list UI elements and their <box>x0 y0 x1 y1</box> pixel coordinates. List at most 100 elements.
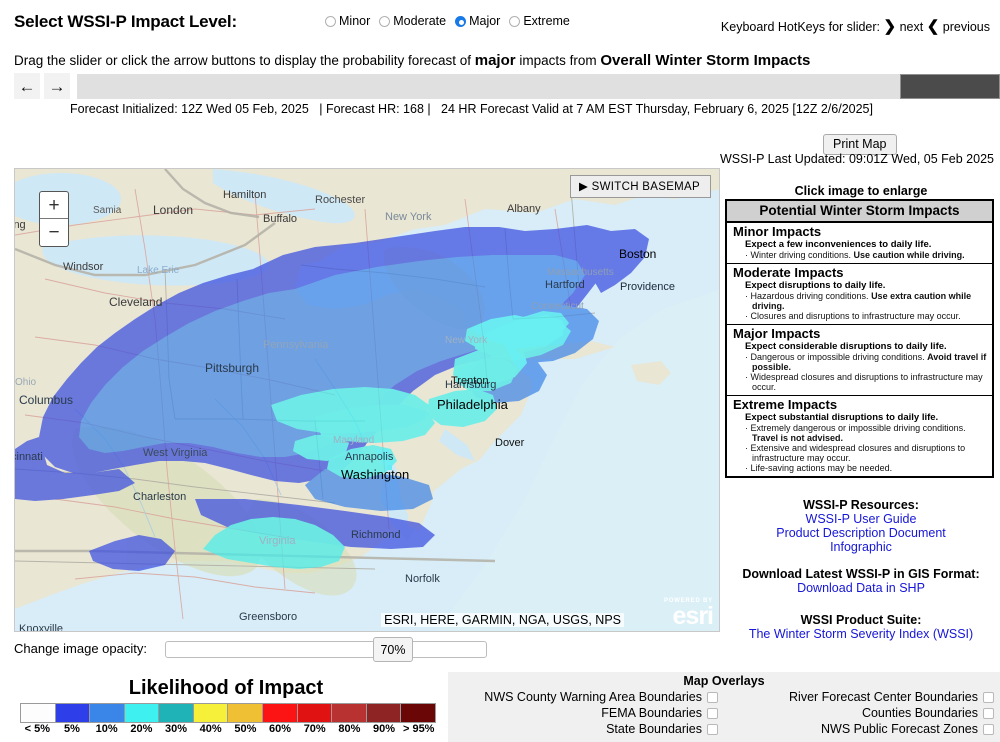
overlay-checkbox[interactable] <box>983 723 994 735</box>
forecast-slider-handle[interactable] <box>900 74 1000 99</box>
likelihood-swatch-7 <box>263 704 298 722</box>
overlay-item-label: NWS County Warning Area Boundaries <box>484 690 702 704</box>
radio-moderate[interactable] <box>379 15 391 27</box>
impact-row-moderate: Moderate Impacts Expect disruptions to da… <box>727 264 992 325</box>
switch-basemap-button[interactable]: ▶ SWITCH BASEMAP <box>570 175 711 198</box>
overlay-item-label: FEMA Boundaries <box>601 706 702 720</box>
likelihood-swatch-6 <box>228 704 264 722</box>
forecast-hour-label: | Forecast HR: 168 | <box>319 102 431 116</box>
likelihood-swatch-3 <box>124 704 160 722</box>
overlay-item-river-forecast-center-boundaries[interactable]: River Forecast Center Boundaries <box>730 690 994 704</box>
likelihood-label-0: < 5% <box>24 723 51 735</box>
next-frame-button[interactable]: → <box>44 73 70 99</box>
wssi-p-viewer-page: Select WSSI-P Impact Level: Minor Moderat… <box>0 0 1000 742</box>
bullet-plain-text: · Life-saving actions may be needed. <box>745 463 893 473</box>
impact-row-bullet: · Extremely dangerous or impossible driv… <box>745 423 988 443</box>
likelihood-swatch-2 <box>90 704 125 722</box>
impact-row-bullet: · Dangerous or impossible driving condit… <box>745 352 988 372</box>
overlay-checkbox[interactable] <box>983 691 994 703</box>
likelihood-label-8: 70% <box>303 723 326 735</box>
impact-row-subtitle: Expect considerable disruptions to daily… <box>745 341 947 352</box>
radio-label-major: Major <box>469 14 501 28</box>
impact-level-option-extreme[interactable]: Extreme <box>509 14 570 28</box>
wssip-resources-block: WSSI-P Resources: WSSI-P User Guide Prod… <box>725 498 997 554</box>
forecast-slider-track[interactable] <box>77 74 1000 99</box>
impact-level-option-major[interactable]: Major <box>455 14 500 28</box>
impact-row-subtitle: Expect disruptions to daily life. <box>745 280 886 291</box>
likelihood-swatch-10 <box>366 704 402 722</box>
radio-minor[interactable] <box>325 15 336 27</box>
overlay-checkbox[interactable] <box>707 691 718 703</box>
link-product-description-document[interactable]: Product Description Document <box>725 526 997 540</box>
impact-level-radio-group[interactable]: Minor Moderate Major Extreme <box>325 14 570 28</box>
likelihood-swatch-0 <box>21 704 56 722</box>
overlay-item-label: River Forecast Center Boundaries <box>789 690 978 704</box>
instruction-emphasis-level: major <box>474 52 516 69</box>
map-attribution: ESRI, HERE, GARMIN, NGA, USGS, NPS <box>381 613 624 627</box>
likelihood-label-9: 80% <box>338 723 361 735</box>
impact-row-bullet: · Closures and disruptions to infrastruc… <box>745 311 988 321</box>
potential-winter-storm-impacts-table[interactable]: Potential Winter Storm Impacts Minor Imp… <box>725 199 994 478</box>
likelihood-label-10: 90% <box>373 723 396 735</box>
impact-row-minor: Minor Impacts Expect a few inconveniences… <box>727 223 992 264</box>
bullet-plain-text: · Closures and disruptions to infrastruc… <box>745 311 961 321</box>
previous-frame-button[interactable]: ← <box>14 73 40 99</box>
impact-row-bullet: · Winter driving conditions. Use caution… <box>745 250 988 260</box>
impact-row-title: Moderate Impacts <box>733 265 844 280</box>
link-infographic[interactable]: Infographic <box>725 540 997 554</box>
likelihood-label-2: 10% <box>95 723 118 735</box>
download-heading: Download Latest WSSI-P in GIS Format: <box>742 567 980 581</box>
overlay-item-fema-boundaries[interactable]: FEMA Boundaries <box>454 706 718 720</box>
impact-level-option-minor[interactable]: Minor <box>325 14 370 28</box>
impact-row-subtitle: Expect a few inconveniences to daily lif… <box>745 239 932 250</box>
link-user-guide[interactable]: WSSI-P User Guide <box>725 512 997 526</box>
prev-chevron-icon: ❮ <box>926 18 940 35</box>
opacity-label: Change image opacity: <box>14 641 147 656</box>
link-download-shp[interactable]: Download Data in SHP <box>725 581 997 595</box>
forecast-valid-label: 24 HR Forecast Valid at 7 AM EST Thursda… <box>441 102 873 116</box>
overlay-checkbox[interactable] <box>707 723 718 735</box>
instruction-part-1: Drag the slider or click the arrow butto… <box>14 53 475 68</box>
forecast-map[interactable]: Samia London Hamilton Rochester Buffalo New Y… <box>14 168 720 632</box>
likelihood-swatch-1 <box>55 704 91 722</box>
opacity-slider-track[interactable] <box>165 641 487 658</box>
radio-extreme[interactable] <box>509 15 521 27</box>
wssi-product-suite-block: WSSI Product Suite: The Winter Storm Sev… <box>725 613 997 641</box>
likelihood-label-1: 5% <box>64 723 80 735</box>
impact-row-extreme: Extreme Impacts Expect substantial disrup… <box>727 396 992 476</box>
impact-level-selector-bar: Select WSSI-P Impact Level: Minor Moderat… <box>0 0 1000 44</box>
impact-row-major: Major Impacts Expect considerable disrupt… <box>727 325 992 396</box>
likelihood-label-7: 60% <box>269 723 292 735</box>
overlay-item-state-boundaries[interactable]: State Boundaries <box>454 722 718 736</box>
zoom-in-button[interactable]: + <box>40 192 68 219</box>
likelihood-color-bar <box>20 703 436 723</box>
likelihood-tick-labels: < 5% 5% 10% 20% 30% 40% 50% 60% 70% 80% 90% > 95% <box>20 723 436 739</box>
instruction-emphasis-product: Overall Winter Storm Impacts <box>600 52 811 69</box>
radio-major[interactable] <box>455 15 467 27</box>
opacity-slider-handle[interactable]: 70% <box>373 637 413 662</box>
forecast-initialized-label: Forecast Initialized: 12Z Wed 05 Feb, 20… <box>70 102 309 116</box>
overlay-checkbox[interactable] <box>707 707 718 719</box>
bullet-bold-text: Use caution while driving. <box>853 250 965 260</box>
hotkeys-prefix-label: Keyboard HotKeys for slider: <box>720 20 881 34</box>
overlay-checkbox[interactable] <box>983 707 994 719</box>
link-winter-storm-severity-index[interactable]: The Winter Storm Severity Index (WSSI) <box>725 627 997 641</box>
impact-level-option-moderate[interactable]: Moderate <box>379 14 446 28</box>
zoom-out-button[interactable]: − <box>40 219 68 246</box>
page-title: Select WSSI-P Impact Level: <box>14 12 237 31</box>
bullet-plain-text: · Winter driving conditions. <box>745 250 854 260</box>
overlay-item-nws-county-warning-area-boundaries[interactable]: NWS County Warning Area Boundaries <box>454 690 718 704</box>
impact-row-title: Major Impacts <box>733 326 821 341</box>
overlay-item-counties-boundaries[interactable]: Counties Boundaries <box>730 706 994 720</box>
bullet-bold-text: Travel is not advised. <box>752 433 844 443</box>
instruction-text: Drag the slider or click the arrow butto… <box>14 52 810 69</box>
impact-row-title: Extreme Impacts <box>733 397 838 412</box>
impacts-table-header: Potential Winter Storm Impacts <box>727 201 992 223</box>
overlay-item-nws-public-forecast-zones[interactable]: NWS Public Forecast Zones <box>730 722 994 736</box>
impact-row-bullet: · Life-saving actions may be needed. <box>745 463 988 473</box>
likelihood-swatch-8 <box>297 704 333 722</box>
likelihood-swatch-5 <box>193 704 229 722</box>
map-zoom-controls[interactable]: + − <box>39 191 69 247</box>
overlay-item-label: State Boundaries <box>606 722 702 736</box>
radio-label-extreme: Extreme <box>523 14 570 28</box>
